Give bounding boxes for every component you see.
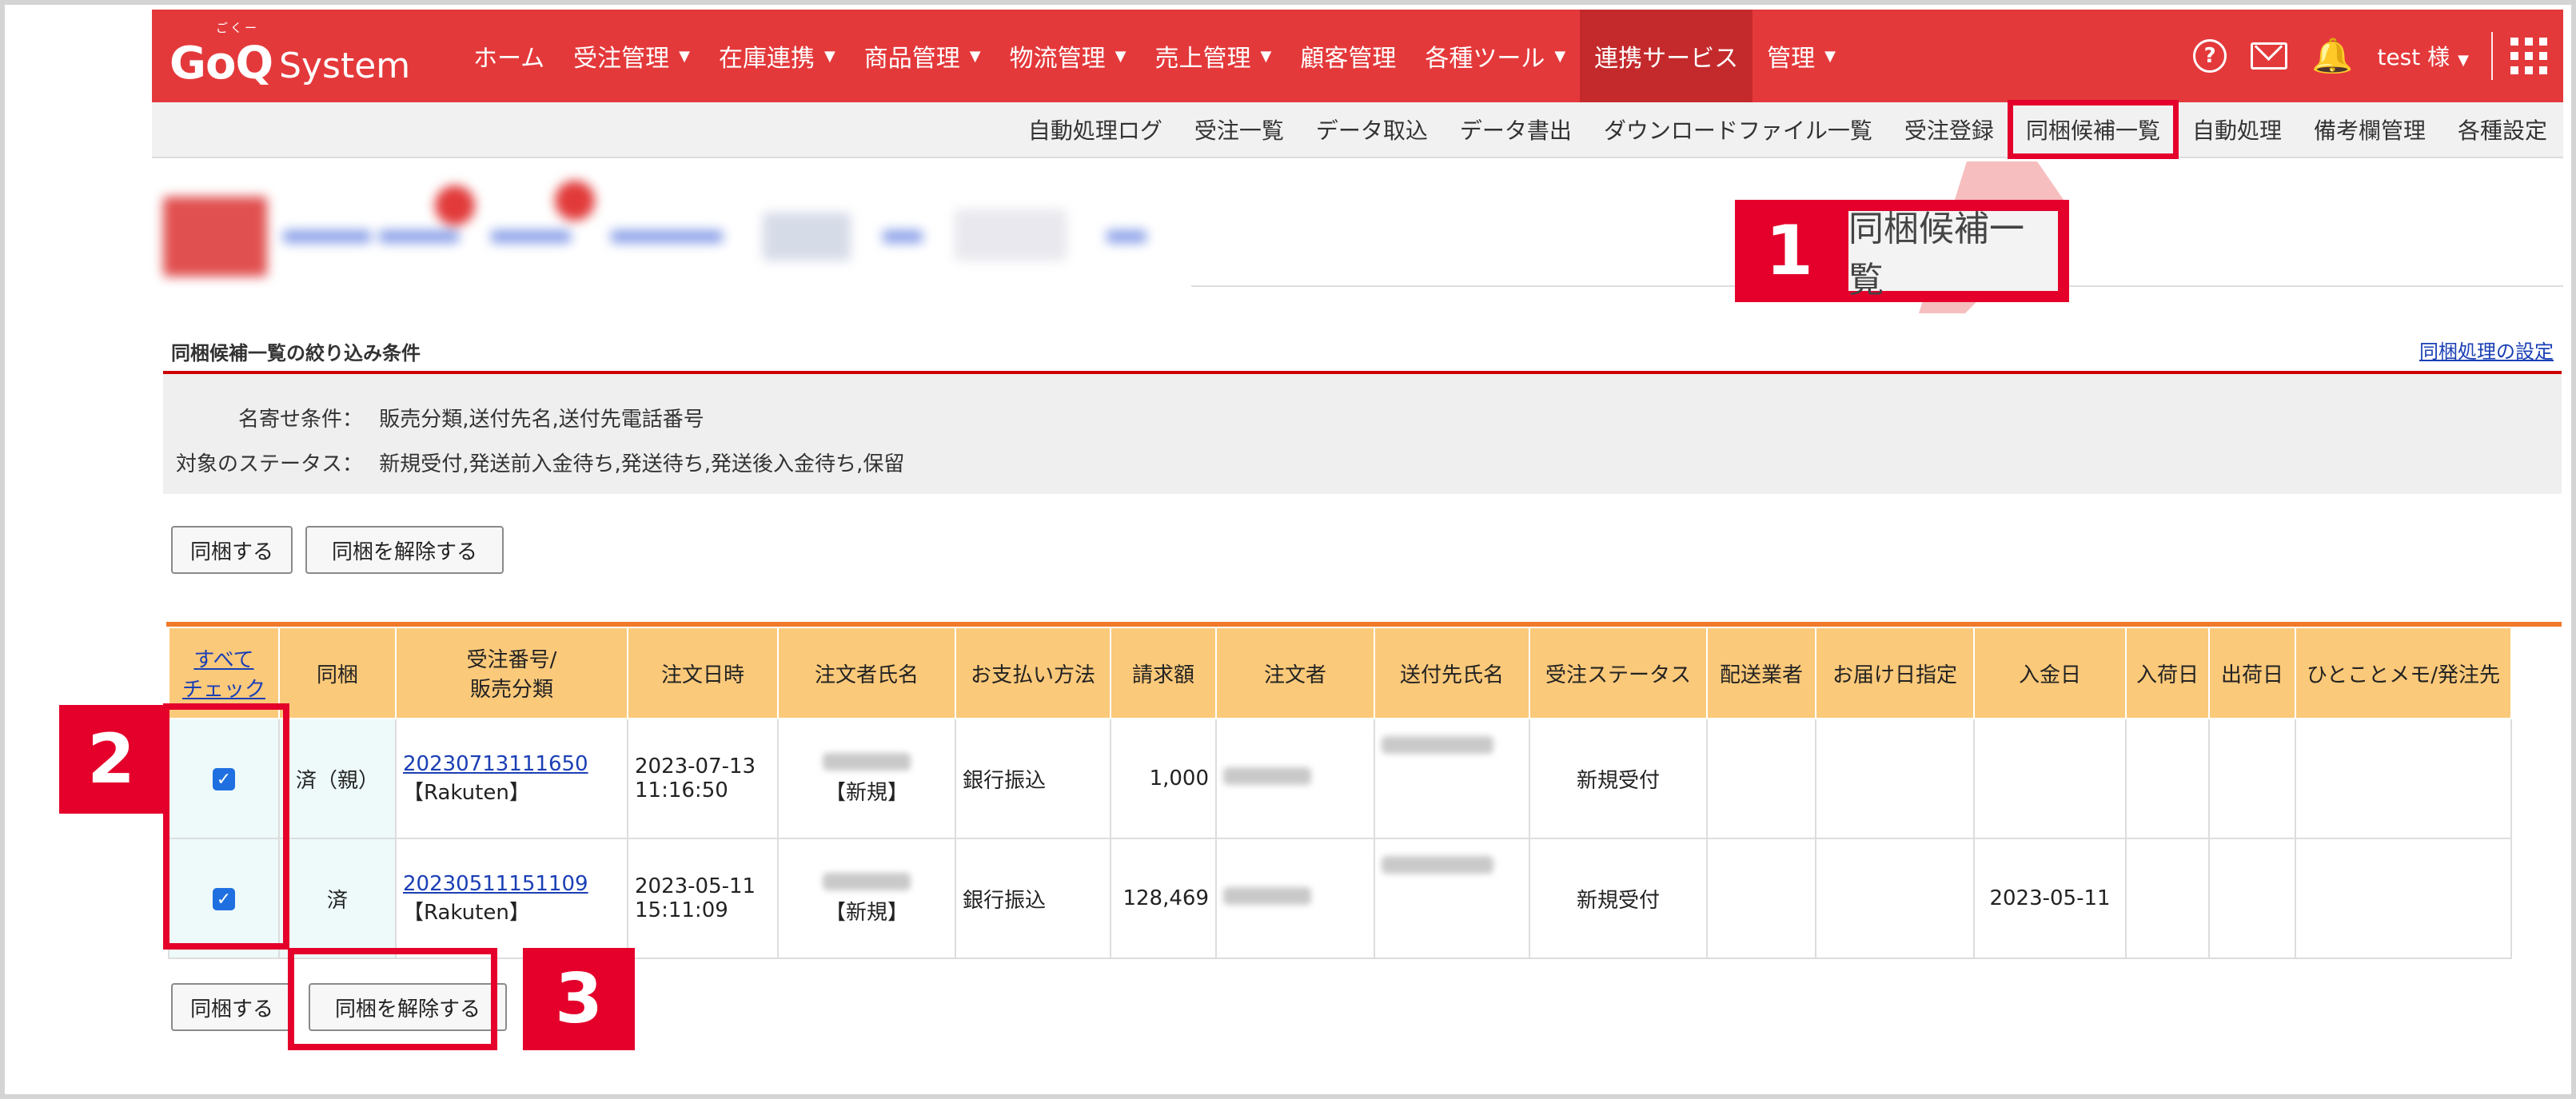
col-ship-date: 出荷日 (2208, 627, 2296, 719)
sales-channel: 【Rakuten】 (403, 900, 530, 925)
callout-1: 1 同梱候補一覧 (1735, 200, 2069, 302)
orderer-cell (1215, 838, 1375, 959)
arrival-date-cell (2125, 718, 2210, 839)
carrier-cell (1706, 718, 1816, 839)
payment-date-cell (1973, 718, 2127, 839)
redacted-name (823, 752, 911, 770)
col-arrival-date: 入荷日 (2125, 627, 2210, 719)
check-all-line2[interactable]: チェック (182, 678, 265, 702)
col-orderer-name: 注文者氏名 (777, 627, 956, 719)
col-bundle: 同梱 (278, 627, 397, 719)
redacted-orderer (1223, 767, 1311, 785)
redacted-recipient (1382, 856, 1493, 874)
redacted-name (823, 872, 911, 890)
check-all-line1[interactable]: すべて (193, 648, 253, 672)
callout-1-label: 同梱候補一覧 (1848, 209, 2058, 301)
orderer-cell (1215, 718, 1375, 839)
order-time: 15:11:09 (635, 898, 728, 922)
redacted-recipient (1382, 736, 1493, 754)
table-row: ✓ 済 20230511151109 【Rakuten】 2023-05-11 … (168, 838, 2512, 959)
memo-cell (2295, 718, 2512, 839)
status-cell: 新規受付 (1529, 718, 1708, 839)
bundle-cell: 済（親） (278, 718, 397, 839)
col-memo: ひとことメモ/発注先 (2295, 627, 2512, 719)
redacted-orderer (1223, 887, 1311, 905)
bundle-button-top[interactable]: 同梱する (171, 526, 293, 574)
col-orderer: 注文者 (1215, 627, 1375, 719)
status-condition-row: 対象のステータス： 新規受付,発送前入金待ち,発送待ち,発送後入金待ち,保留 (163, 448, 904, 477)
recipient-cell (1374, 718, 1530, 839)
ship-date-cell (2208, 838, 2296, 959)
bundle-cell: 済 (278, 838, 397, 959)
col-recipient-name: 送付先氏名 (1374, 627, 1530, 719)
name-condition-value: 販売分類,送付先名,送付先電話番号 (379, 408, 704, 432)
status-condition-value: 新規受付,発送前入金待ち,発送待ち,発送後入金待ち,保留 (379, 452, 905, 476)
bundle-candidates-table: すべて チェック 同梱 受注番号/ 販売分類 注文日時 注文者氏名 お支払い方法… (168, 627, 2512, 959)
orderer-name-cell: 【新規】 (777, 838, 956, 959)
col-carrier: 配送業者 (1706, 627, 1816, 719)
callout-1-pointer (1919, 161, 2069, 313)
table-row: ✓ 済（親） 20230713111650 【Rakuten】 2023-07-… (168, 718, 2512, 839)
amount-cell: 1,000 (1110, 718, 1217, 839)
sales-channel: 【Rakuten】 (403, 780, 530, 805)
customer-tag: 【新規】 (824, 780, 908, 805)
orderer-name-cell: 【新規】 (777, 718, 956, 839)
col-payment-method: お支払い方法 (955, 627, 1111, 719)
callout-number-3: 3 (523, 948, 635, 1050)
payment-method-cell: 銀行振込 (955, 838, 1111, 959)
order-date: 2023-05-11 (635, 874, 756, 898)
order-number-link[interactable]: 20230713111650 (403, 752, 588, 776)
ship-date-cell (2208, 718, 2296, 839)
order-datetime-cell: 2023-07-13 11:16:50 (627, 718, 779, 839)
carrier-cell (1706, 838, 1816, 959)
payment-date-cell: 2023-05-11 (1973, 838, 2127, 959)
bundle-button-bottom[interactable]: 同梱する (171, 983, 293, 1031)
order-number-cell: 20230511151109 【Rakuten】 (395, 838, 628, 959)
table-header-row: すべて チェック 同梱 受注番号/ 販売分類 注文日時 注文者氏名 お支払い方法… (168, 627, 2512, 719)
col-order-number-label: 受注番号/ 販売分類 (466, 648, 557, 702)
arrival-date-cell (2125, 838, 2210, 959)
status-cell: 新規受付 (1529, 838, 1708, 959)
col-order-date: 注文日時 (627, 627, 779, 719)
callout-number-1: 1 (1735, 200, 1844, 302)
app-content: ごくー GoQ System ホーム 受注管理 ▼ 在庫連携 ▼ 商品管理 ▼ 物流管… (152, 10, 2563, 1089)
col-payment-date: 入金日 (1973, 627, 2127, 719)
amount-cell: 128,469 (1110, 838, 1217, 959)
customer-tag: 【新規】 (824, 900, 908, 925)
delivery-date-cell (1815, 718, 1975, 839)
col-order-status: 受注ステータス (1529, 627, 1708, 719)
memo-cell (2295, 838, 2512, 959)
filter-section-title: 同梱候補一覧の絞り込み条件 (171, 342, 421, 364)
recipient-cell (1374, 838, 1530, 959)
callout-3-highlight (288, 948, 497, 1050)
col-amount: 請求額 (1110, 627, 1217, 719)
col-order-number: 受注番号/ 販売分類 (395, 627, 628, 719)
order-number-cell: 20230713111650 【Rakuten】 (395, 718, 628, 839)
unbundle-button-top[interactable]: 同梱を解除する (305, 526, 504, 574)
order-datetime-cell: 2023-05-11 15:11:09 (627, 838, 779, 959)
name-condition-row: 名寄せ条件： 販売分類,送付先名,送付先電話番号 (163, 403, 704, 432)
col-delivery-date: お届け日指定 (1815, 627, 1975, 719)
callout-2-highlight (163, 703, 289, 950)
name-condition-label: 名寄せ条件： (237, 408, 363, 432)
order-number-link[interactable]: 20230511151109 (403, 872, 588, 896)
payment-method-cell: 銀行振込 (955, 718, 1111, 839)
delivery-date-cell (1815, 838, 1975, 959)
order-date: 2023-07-13 (635, 755, 756, 778)
bundle-settings-link[interactable]: 同梱処理の設定 (2419, 336, 2554, 364)
callout-number-2: 2 (59, 705, 163, 814)
filter-conditions-box: 名寄せ条件： 販売分類,送付先名,送付先電話番号 対象のステータス： 新規受付,… (163, 374, 2562, 494)
order-time: 11:16:50 (635, 778, 728, 802)
status-condition-label: 対象のステータス： (175, 452, 363, 476)
